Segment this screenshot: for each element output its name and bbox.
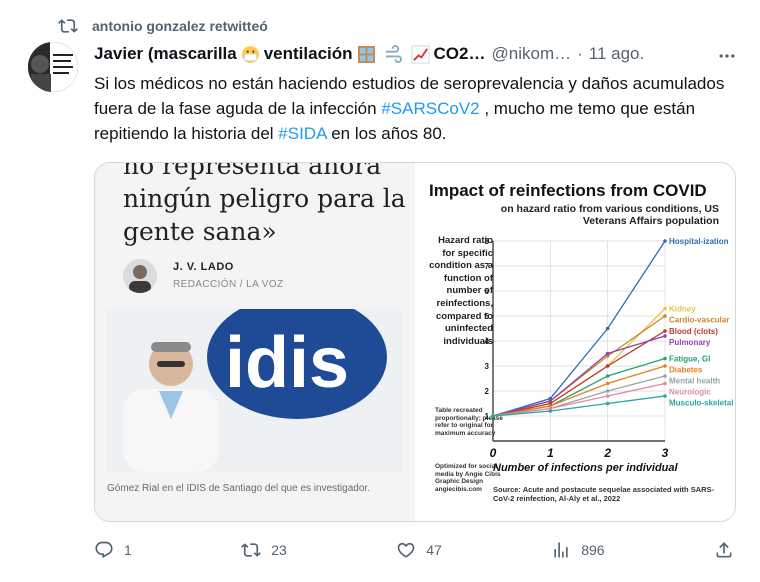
reply-icon	[95, 541, 113, 559]
y-tick-label: 1	[485, 412, 490, 421]
reinfection-chart: Impact of reinfections from COVID on haz…	[415, 163, 735, 521]
data-point	[663, 314, 667, 318]
data-point	[548, 399, 553, 403]
y-tick-label: 6	[485, 287, 490, 296]
series-label: Neurologic	[669, 388, 711, 397]
more-options-icon[interactable]	[716, 46, 738, 66]
tweet-text: Si los médicos no están haciendo estudio…	[94, 71, 734, 146]
series-label: Cardio-vascular	[669, 316, 729, 325]
share-button[interactable]	[714, 540, 734, 560]
data-point	[605, 374, 610, 378]
retweet-icon	[58, 19, 78, 33]
data-point	[663, 364, 667, 368]
y-tick-label: 8	[485, 237, 490, 246]
data-point	[663, 356, 667, 361]
avatar-image	[28, 42, 78, 92]
chart-up-emoji-icon	[411, 44, 430, 64]
data-point	[605, 364, 610, 368]
series-label: Musculo-skeletal	[669, 399, 733, 408]
retweet-label: antonio gonzalez retwitteó	[92, 18, 268, 34]
data-point	[663, 394, 667, 398]
series-label: Kidney	[669, 305, 696, 314]
views-button[interactable]: 896	[551, 540, 605, 560]
y-tick-label: 2	[485, 387, 490, 396]
y-tick-label: 3	[485, 362, 490, 371]
wind-emoji-icon	[385, 44, 402, 63]
retweet-context[interactable]: antonio gonzalez retwitteó	[58, 16, 268, 36]
author-name-mid[interactable]: ventilación	[264, 44, 353, 64]
data-point	[605, 401, 610, 406]
tweet-text-part: en los años 80.	[326, 124, 447, 143]
mask-emoji-icon	[241, 45, 259, 63]
data-point	[663, 306, 667, 311]
author-name[interactable]: Javier (mascarilla	[94, 44, 237, 64]
series-line	[492, 335, 666, 417]
series-label: Diabetes	[669, 366, 703, 375]
news-clipping: no representa ahora ningún peligro para …	[95, 162, 415, 521]
views-chart-icon	[554, 542, 568, 558]
tweet-header: Javier (mascarilla ventilación CO2… @nik…	[94, 44, 740, 64]
tweet-media[interactable]: no representa ahora ningún peligro para …	[94, 162, 736, 522]
window-emoji-icon	[357, 45, 375, 63]
x-axis-label: Number of infections per individual	[493, 462, 679, 474]
data-point	[663, 329, 667, 333]
series-label: Fatigue, GI	[669, 355, 710, 364]
retweet-icon	[241, 543, 262, 557]
reply-count: 1	[124, 542, 132, 558]
views-count: 896	[581, 542, 605, 558]
x-tick-label: 1	[547, 446, 554, 460]
series-label: Mental health	[669, 377, 720, 386]
data-point	[605, 326, 610, 331]
y-tick-label: 5	[485, 312, 490, 321]
data-point	[663, 334, 667, 338]
like-count: 47	[426, 542, 442, 558]
chart-plot: 1 2 3 4 5 6 7 8 0 1 2 3 Number of infections per ind…	[485, 237, 734, 474]
share-icon	[716, 542, 732, 558]
data-point	[605, 389, 610, 393]
series-label: Hospital-ization	[669, 237, 729, 246]
heart-icon	[397, 542, 415, 558]
data-point	[605, 351, 610, 356]
y-tick-label: 7	[485, 262, 490, 271]
avatar[interactable]	[28, 42, 78, 92]
photo-caption: Gómez Rial en el IDIS de Santiago del qu…	[107, 483, 370, 494]
reply-button[interactable]: 1	[94, 540, 132, 560]
data-point	[605, 381, 610, 386]
y-tick-label: 4	[485, 337, 490, 346]
article-headline: no representa ahora ningún peligro para …	[123, 162, 406, 246]
article-photo: idis	[107, 309, 403, 472]
series-label: Pulmonary	[669, 338, 711, 347]
data-point	[605, 394, 610, 398]
author-name-tail[interactable]: CO2…	[434, 44, 486, 64]
data-point	[663, 381, 667, 386]
author-photo	[123, 259, 157, 293]
retweet-count: 23	[271, 542, 287, 558]
tweet-timestamp[interactable]: 11 ago.	[589, 44, 644, 64]
x-tick-label: 2	[603, 446, 611, 460]
idis-logo-text: idis	[225, 323, 349, 403]
author-handle[interactable]: @nikom…	[492, 44, 572, 64]
series-label: Blood (clots)	[669, 327, 718, 336]
hashtag-link[interactable]: #SIDA	[278, 124, 326, 143]
x-tick-label: 0	[490, 446, 497, 460]
data-point	[663, 239, 667, 243]
tweet-actions: 1 23 47 896	[94, 537, 734, 563]
retweet-button[interactable]: 23	[241, 540, 287, 560]
byline-role: REDACCIÓN / LA VOZ	[173, 279, 284, 290]
byline-name: J. V. LADO	[173, 261, 234, 273]
data-point	[491, 414, 495, 418]
separator-dot: ·	[577, 44, 583, 63]
hashtag-link[interactable]: #SARSCoV2	[381, 99, 479, 118]
data-point	[548, 409, 553, 413]
like-button[interactable]: 47	[396, 540, 442, 560]
x-tick-label: 3	[662, 446, 669, 460]
data-point	[663, 374, 667, 378]
